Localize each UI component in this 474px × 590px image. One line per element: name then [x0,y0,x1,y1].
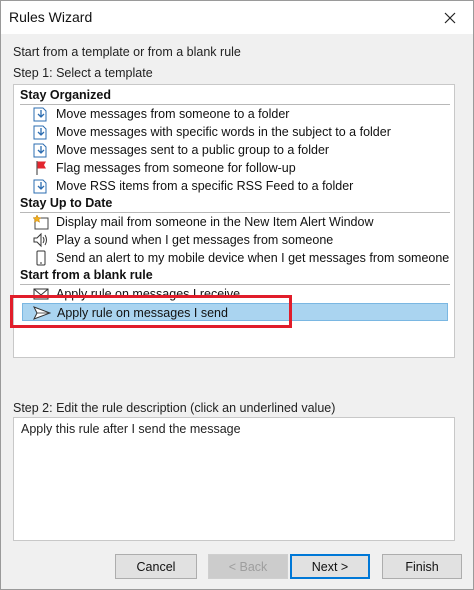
template-list[interactable]: Stay Organized Move messages from someon… [13,84,455,358]
template-item-label: Send an alert to my mobile device when I… [56,251,450,265]
template-item[interactable]: Flag messages from someone for follow-up [18,159,450,177]
template-item[interactable]: Display mail from someone in the New Ite… [18,213,450,231]
template-item-label: Move messages with specific words in the… [56,125,391,139]
speaker-icon [33,232,47,248]
new-item-alert-icon [32,214,49,230]
step1-label: Step 1: Select a template [13,66,153,80]
move-to-folder-icon [33,107,47,122]
group-header-stay-organized: Stay Organized [20,87,450,105]
back-button[interactable]: < Back [208,554,288,579]
template-item-label: Move messages sent to a public group to … [56,143,330,157]
window-title: Rules Wizard [9,9,93,25]
send-arrow-icon [33,306,51,320]
step2-label: Step 2: Edit the rule description (click… [13,401,336,415]
template-item-label: Flag messages from someone for follow-up [56,161,296,175]
cancel-button[interactable]: Cancel [115,554,197,579]
envelope-icon [33,288,49,300]
template-item[interactable]: Move messages with specific words in the… [18,123,450,141]
rules-wizard-window: Rules Wizard Start from a template or fr… [0,0,474,590]
template-item[interactable]: Move RSS items from a specific RSS Feed … [18,177,450,195]
template-item[interactable]: Move messages sent to a public group to … [18,141,450,159]
mobile-device-icon [36,250,46,266]
title-bar: Rules Wizard [1,1,473,34]
rule-description-text: Apply this rule after I send the message [21,422,241,436]
close-icon [444,12,456,23]
next-button[interactable]: Next > [290,554,370,579]
finish-button[interactable]: Finish [382,554,462,579]
close-button[interactable] [427,1,473,34]
template-item-selected[interactable]: Apply rule on messages I send [22,303,448,321]
template-item-label: Apply rule on messages I receive [56,287,241,301]
rule-description-box[interactable]: Apply this rule after I send the message [13,417,455,541]
template-item-label: Play a sound when I get messages from so… [56,233,334,247]
red-flag-icon [36,161,46,175]
template-item[interactable]: Move messages from someone to a folder [18,105,450,123]
group-header-stay-up-to-date: Stay Up to Date [20,195,450,213]
template-item-label: Display mail from someone in the New Ite… [56,215,374,229]
intro-label: Start from a template or from a blank ru… [13,45,241,59]
template-item[interactable]: Send an alert to my mobile device when I… [18,249,450,267]
move-to-folder-icon [33,143,47,158]
template-item-label: Apply rule on messages I send [57,306,228,320]
template-item-label: Move RSS items from a specific RSS Feed … [56,179,354,193]
template-item[interactable]: Play a sound when I get messages from so… [18,231,450,249]
move-to-folder-icon [33,125,47,140]
template-item[interactable]: Apply rule on messages I receive [18,285,450,303]
template-item-label: Move messages from someone to a folder [56,107,290,121]
move-to-folder-icon [33,179,47,194]
group-header-blank-rule: Start from a blank rule [20,267,450,285]
